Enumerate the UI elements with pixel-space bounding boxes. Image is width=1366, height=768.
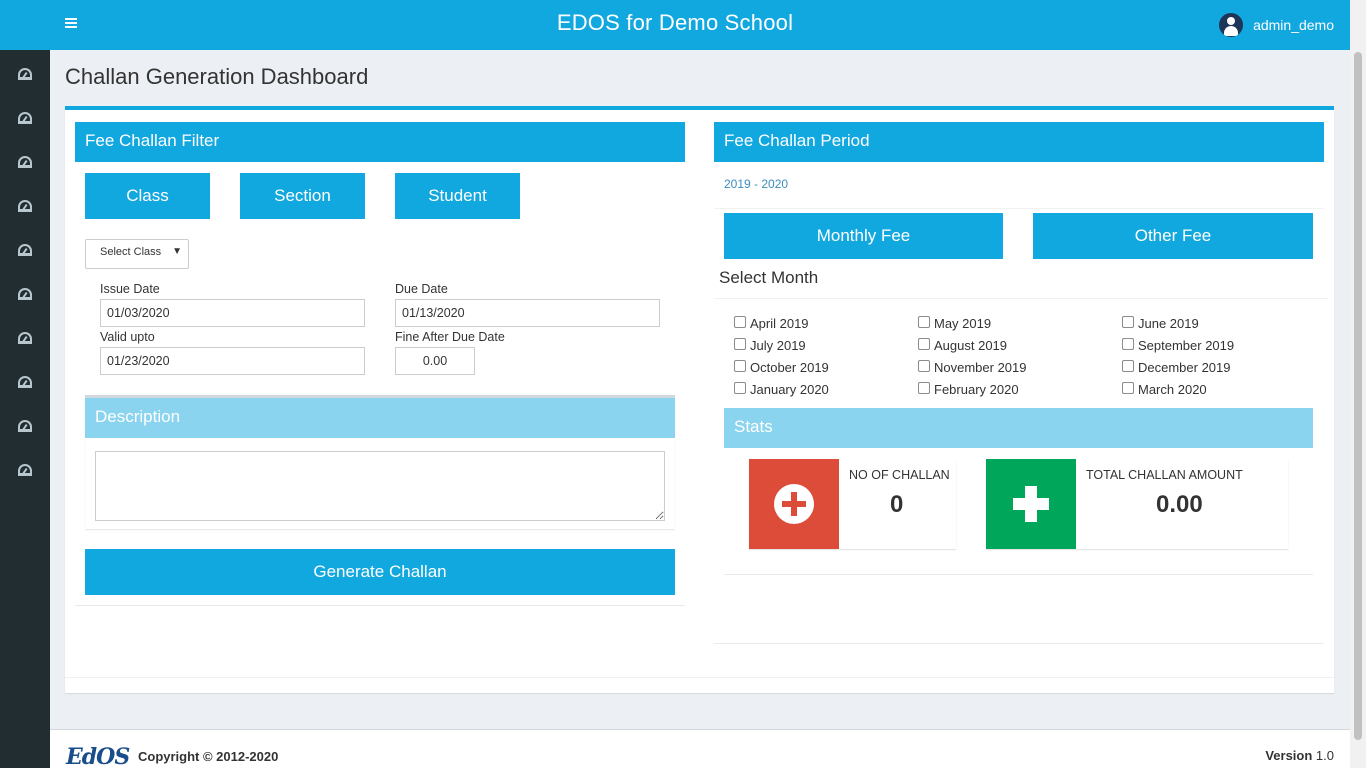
dashboard-icon[interactable] bbox=[18, 464, 32, 476]
due-date-input[interactable] bbox=[395, 299, 660, 327]
divider bbox=[65, 677, 1334, 678]
class-select-value: Select Class bbox=[100, 246, 162, 258]
month-checkbox-october-2019[interactable]: October 2019 bbox=[734, 359, 829, 375]
user-menu[interactable]: admin_demo bbox=[1219, 13, 1334, 37]
edos-logo: EdOS bbox=[66, 744, 130, 768]
challan-count-info-box: NO OF CHALLAN 0 bbox=[749, 459, 956, 549]
issue-date-label: Issue Date bbox=[100, 282, 160, 296]
page-scrollbar[interactable] bbox=[1350, 0, 1366, 768]
fee-challan-filter-panel: Fee Challan Filter Class Section Student… bbox=[75, 122, 685, 606]
valid-upto-input[interactable] bbox=[100, 347, 365, 375]
dashboard-icon[interactable] bbox=[18, 376, 32, 388]
dashboard-icon[interactable] bbox=[18, 68, 32, 80]
checkbox[interactable] bbox=[1122, 381, 1134, 394]
challan-count-value: 0 bbox=[890, 491, 904, 518]
fine-after-due-date-label: Fine After Due Date bbox=[395, 330, 505, 344]
month-checkbox-july-2019[interactable]: July 2019 bbox=[734, 337, 806, 353]
version-text: Version 1.0 bbox=[1265, 748, 1334, 763]
checkbox[interactable] bbox=[734, 359, 746, 372]
month-checkbox-december-2019[interactable]: December 2019 bbox=[1122, 359, 1231, 375]
footer: EdOS Copyright © 2012-2020 Version 1.0 bbox=[50, 729, 1350, 768]
generate-challan-button[interactable]: Generate Challan bbox=[85, 549, 675, 595]
month-checkbox-november-2019[interactable]: November 2019 bbox=[918, 359, 1027, 375]
app-title: EDOS for Demo School bbox=[556, 10, 794, 35]
month-checkbox-march-2020[interactable]: March 2020 bbox=[1122, 381, 1207, 397]
month-checkbox-may-2019[interactable]: May 2019 bbox=[918, 315, 991, 331]
challan-amount-info-box: TOTAL CHALLAN AMOUNT 0.00 bbox=[986, 459, 1288, 549]
divider bbox=[714, 208, 1324, 209]
dashboard-icon[interactable] bbox=[18, 156, 32, 168]
fee-challan-period-panel: Fee Challan Period 2019 - 2020 Monthly F… bbox=[714, 122, 1328, 646]
challan-amount-value: 0.00 bbox=[1156, 491, 1203, 518]
checkbox[interactable] bbox=[734, 315, 746, 328]
checkbox[interactable] bbox=[918, 315, 930, 328]
session-link[interactable]: 2019 - 2020 bbox=[724, 177, 788, 191]
month-checkbox-june-2019[interactable]: June 2019 bbox=[1122, 315, 1199, 331]
challan-amount-label: TOTAL CHALLAN AMOUNT bbox=[1086, 468, 1243, 482]
month-checkbox-january-2020[interactable]: January 2020 bbox=[734, 381, 829, 397]
month-checkbox-august-2019[interactable]: August 2019 bbox=[918, 337, 1007, 353]
version-label: Version bbox=[1265, 748, 1313, 763]
checkbox[interactable] bbox=[1122, 315, 1134, 328]
copyright-text: Copyright © 2012-2020 bbox=[138, 749, 279, 764]
chevron-down-icon: ▼ bbox=[172, 246, 182, 257]
due-date-label: Due Date bbox=[395, 282, 448, 296]
description-textarea[interactable] bbox=[95, 451, 665, 521]
checkbox[interactable] bbox=[1122, 337, 1134, 350]
description-heading: Description bbox=[85, 398, 675, 438]
page-title: Challan Generation Dashboard bbox=[65, 64, 369, 89]
dashboard-icon[interactable] bbox=[18, 288, 32, 300]
plus-icon bbox=[986, 459, 1076, 549]
month-checkbox-february-2020[interactable]: February 2020 bbox=[918, 381, 1019, 397]
dashboard-icon[interactable] bbox=[18, 244, 32, 256]
dashboard-icon[interactable] bbox=[18, 420, 32, 432]
divider bbox=[714, 298, 1328, 299]
student-button[interactable]: Student bbox=[395, 173, 520, 219]
stats-heading: Stats bbox=[724, 408, 1313, 448]
user-icon bbox=[1219, 13, 1244, 37]
month-checkbox-september-2019[interactable]: September 2019 bbox=[1122, 337, 1234, 353]
month-checkbox-april-2019[interactable]: April 2019 bbox=[734, 315, 809, 331]
select-month-label: Select Month bbox=[719, 268, 819, 287]
fee-challan-period-heading: Fee Challan Period bbox=[714, 122, 1324, 162]
fee-challan-filter-heading: Fee Challan Filter bbox=[75, 122, 685, 162]
dashboard-icon[interactable] bbox=[18, 200, 32, 212]
issue-date-input[interactable] bbox=[100, 299, 365, 327]
checkbox[interactable] bbox=[734, 381, 746, 394]
monthly-fee-button[interactable]: Monthly Fee bbox=[724, 213, 1003, 259]
description-box: Description bbox=[85, 395, 675, 529]
sidebar bbox=[0, 50, 50, 768]
class-select[interactable]: Select Class ▼ bbox=[85, 239, 189, 269]
checkbox[interactable] bbox=[918, 381, 930, 394]
challan-count-label: NO OF CHALLAN bbox=[849, 468, 950, 482]
other-fee-button[interactable]: Other Fee bbox=[1033, 213, 1313, 259]
divider bbox=[714, 643, 1324, 644]
fine-input[interactable] bbox=[395, 347, 475, 375]
version-number: 1.0 bbox=[1315, 748, 1334, 763]
scrollbar-thumb[interactable] bbox=[1354, 52, 1362, 740]
plus-circle-icon bbox=[749, 459, 839, 549]
checkbox[interactable] bbox=[734, 337, 746, 350]
dashboard-icon[interactable] bbox=[18, 112, 32, 124]
main-box: Fee Challan Filter Class Section Student… bbox=[65, 106, 1334, 693]
checkbox[interactable] bbox=[918, 337, 930, 350]
dashboard-icon[interactable] bbox=[18, 332, 32, 344]
valid-upto-label: Valid upto bbox=[100, 330, 155, 344]
section-button[interactable]: Section bbox=[240, 173, 365, 219]
stats-box: Stats NO OF CHALLAN 0 TOTAL CHALLAN AMOU… bbox=[724, 408, 1313, 575]
class-button[interactable]: Class bbox=[85, 173, 210, 219]
top-navbar: EDOS for Demo School admin_demo bbox=[0, 0, 1350, 50]
checkbox[interactable] bbox=[1122, 359, 1134, 372]
username: admin_demo bbox=[1253, 17, 1334, 33]
checkbox[interactable] bbox=[918, 359, 930, 372]
